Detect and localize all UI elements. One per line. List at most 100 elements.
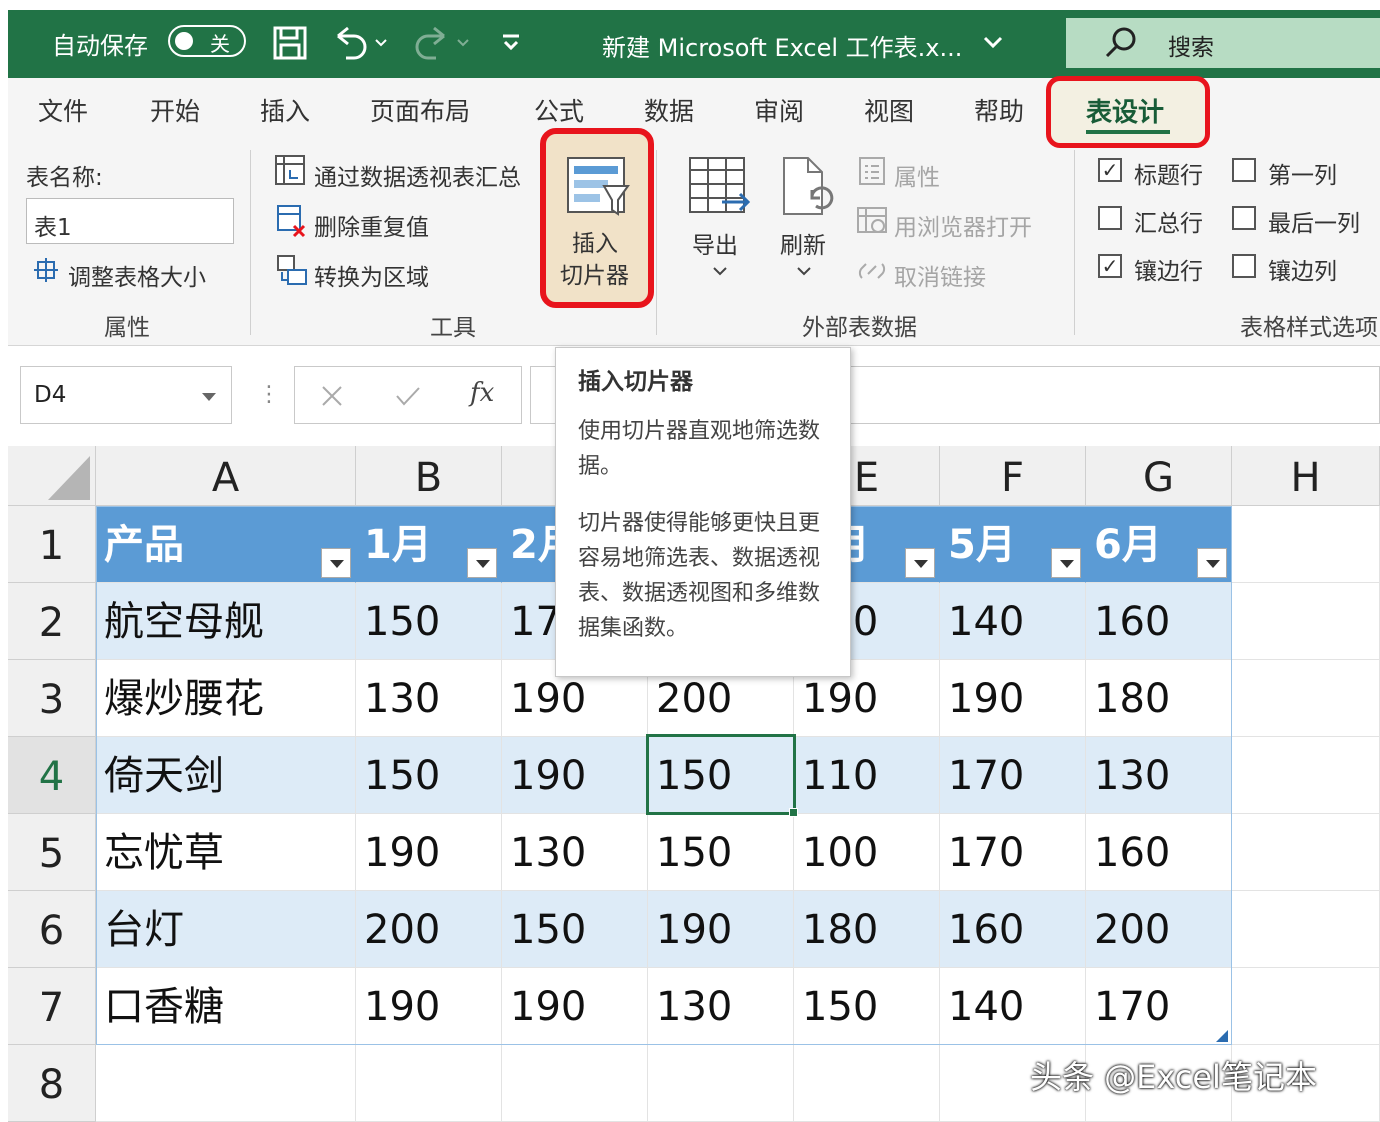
table-cell[interactable]: 190 [356, 968, 502, 1045]
summarize-pivot-button[interactable]: 通过数据透视表汇总 [314, 158, 536, 192]
autosave-toggle[interactable]: 关 [168, 25, 246, 57]
empty-cell[interactable] [96, 1045, 356, 1122]
table-cell[interactable]: 190 [502, 737, 648, 814]
table-cell[interactable]: 160 [1086, 583, 1232, 660]
empty-cell[interactable] [1232, 583, 1380, 660]
column-header-f[interactable]: F [940, 446, 1086, 506]
table-cell[interactable]: 130 [502, 814, 648, 891]
table-cell[interactable]: 口香糖 [96, 968, 356, 1045]
row-header-7[interactable]: 7 [8, 968, 96, 1045]
filter-dropdown-icon[interactable] [1051, 548, 1081, 578]
column-header-g[interactable]: G [1086, 446, 1232, 506]
table-header-cell[interactable]: 5月 [940, 506, 1086, 583]
row-header-2[interactable]: 2 [8, 583, 96, 660]
table-header-cell[interactable]: 6月 [1086, 506, 1232, 583]
tab-file[interactable]: 文件 [38, 92, 88, 128]
table-cell[interactable]: 150 [356, 583, 502, 660]
table-cell[interactable]: 倚天剑 [96, 737, 356, 814]
column-header-h[interactable]: H [1232, 446, 1380, 506]
table-cell[interactable]: 180 [1086, 660, 1232, 737]
tab-data[interactable]: 数据 [644, 92, 694, 128]
tab-table-design[interactable]: 表设计 [1086, 92, 1164, 129]
unlink-button[interactable]: 取消链接 [894, 258, 986, 292]
table-cell[interactable]: 150 [794, 968, 940, 1045]
table-header-cell[interactable]: 1月 [356, 506, 502, 583]
select-all-corner[interactable] [8, 446, 96, 506]
table-cell-active[interactable]: 150 [648, 737, 794, 814]
formula-bar-splitter[interactable]: ⋮ [258, 382, 280, 407]
filter-dropdown-icon[interactable] [905, 548, 935, 578]
cancel-icon[interactable] [320, 384, 344, 412]
empty-cell[interactable] [1232, 660, 1380, 737]
table-cell[interactable]: 160 [1086, 814, 1232, 891]
table-cell[interactable]: 130 [648, 968, 794, 1045]
save-icon[interactable] [272, 25, 308, 65]
total-row-checkbox[interactable] [1098, 206, 1122, 230]
table-header-cell[interactable]: 产品 [96, 506, 356, 583]
quick-access-customize-icon[interactable] [500, 30, 522, 56]
table-cell[interactable]: 150 [356, 737, 502, 814]
row-header-3[interactable]: 3 [8, 660, 96, 737]
name-box-dropdown-icon[interactable] [200, 388, 218, 407]
tab-review[interactable]: 审阅 [754, 92, 804, 128]
undo-icon[interactable] [332, 24, 392, 66]
table-cell[interactable]: 170 [940, 814, 1086, 891]
last-column-checkbox[interactable] [1232, 206, 1256, 230]
row-header-1[interactable]: 1 [8, 506, 96, 583]
export-button[interactable]: 导出 [692, 226, 738, 260]
table-cell[interactable]: 170 [1086, 968, 1232, 1045]
enter-icon[interactable] [394, 384, 422, 412]
filter-dropdown-icon[interactable] [321, 548, 351, 578]
table-cell[interactable]: 190 [502, 968, 648, 1045]
filter-dropdown-icon[interactable] [467, 548, 497, 578]
empty-cell[interactable] [502, 1045, 648, 1122]
tab-help[interactable]: 帮助 [974, 92, 1024, 128]
redo-icon[interactable] [414, 24, 474, 66]
table-cell[interactable]: 180 [794, 891, 940, 968]
table-cell[interactable]: 台灯 [96, 891, 356, 968]
fill-handle[interactable] [789, 808, 798, 817]
empty-cell[interactable] [648, 1045, 794, 1122]
tab-view[interactable]: 视图 [864, 92, 914, 128]
table-cell[interactable]: 150 [502, 891, 648, 968]
table-cell[interactable]: 190 [940, 660, 1086, 737]
table-cell[interactable]: 170 [940, 737, 1086, 814]
banded-rows-checkbox[interactable]: ✓ [1098, 254, 1122, 278]
table-cell[interactable]: 110 [794, 737, 940, 814]
refresh-dropdown-icon[interactable] [796, 262, 812, 281]
table-cell[interactable]: 150 [648, 814, 794, 891]
table-cell[interactable]: 200 [1086, 891, 1232, 968]
tab-insert[interactable]: 插入 [260, 92, 310, 128]
table-cell[interactable]: 130 [356, 660, 502, 737]
filter-dropdown-icon[interactable] [1197, 548, 1227, 578]
insert-function-icon[interactable]: fx [470, 378, 494, 408]
table-cell[interactable]: 爆炒腰花 [96, 660, 356, 737]
cell-h1[interactable] [1232, 506, 1380, 583]
row-header-6[interactable]: 6 [8, 891, 96, 968]
empty-cell[interactable] [1232, 968, 1380, 1045]
refresh-button[interactable]: 刷新 [780, 226, 826, 260]
export-dropdown-icon[interactable] [712, 262, 728, 281]
column-header-b[interactable]: B [356, 446, 502, 506]
chevron-down-icon[interactable] [982, 34, 1004, 54]
table-cell[interactable]: 160 [940, 891, 1086, 968]
empty-cell[interactable] [794, 1045, 940, 1122]
open-in-browser-button[interactable]: 用浏览器打开 [894, 208, 1032, 242]
empty-cell[interactable] [1232, 814, 1380, 891]
column-header-a[interactable]: A [96, 446, 356, 506]
row-header-5[interactable]: 5 [8, 814, 96, 891]
resize-table-button[interactable]: 调整表格大小 [68, 258, 206, 292]
tab-page-layout[interactable]: 页面布局 [370, 92, 470, 128]
convert-to-range-button[interactable]: 转换为区域 [314, 258, 429, 292]
table-cell[interactable]: 140 [940, 583, 1086, 660]
table-cell[interactable]: 190 [648, 891, 794, 968]
table-cell[interactable]: 航空母舰 [96, 583, 356, 660]
row-header-8[interactable]: 8 [8, 1045, 96, 1122]
table-cell[interactable]: 100 [794, 814, 940, 891]
row-header-4[interactable]: 4 [8, 737, 96, 814]
table-cell[interactable]: 130 [1086, 737, 1232, 814]
banded-columns-checkbox[interactable] [1232, 254, 1256, 278]
header-row-checkbox[interactable]: ✓ [1098, 158, 1122, 182]
tab-formulas[interactable]: 公式 [534, 92, 584, 128]
empty-cell[interactable] [356, 1045, 502, 1122]
